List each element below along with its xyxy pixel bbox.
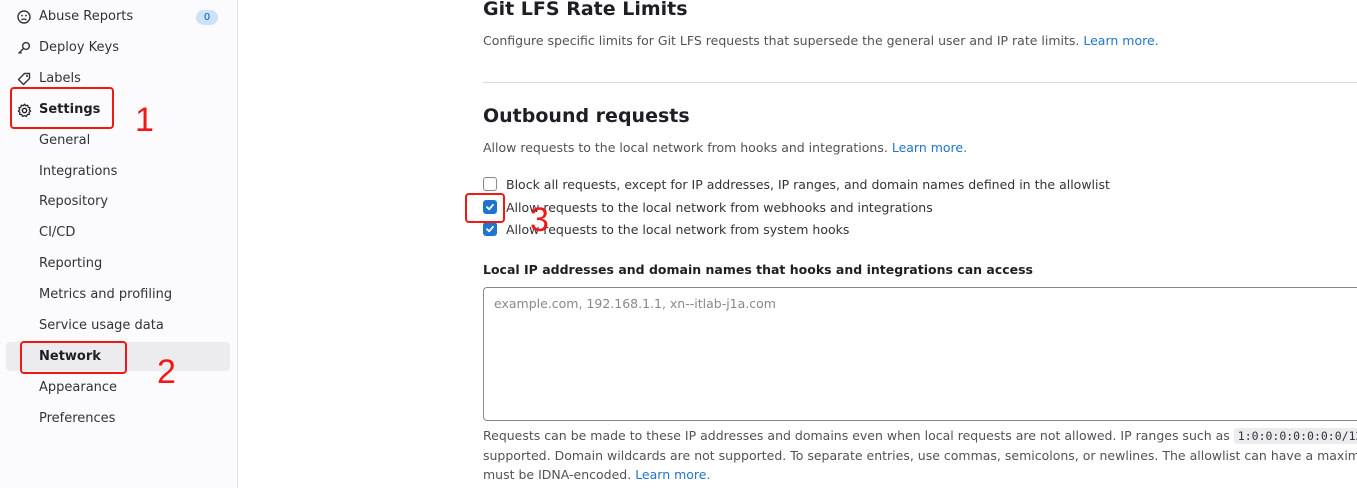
allow-system-hooks-checkbox[interactable] bbox=[483, 222, 497, 236]
count-badge: 0 bbox=[196, 10, 218, 25]
lfs-section-title: Git LFS Rate Limits bbox=[483, 0, 688, 20]
sidebar-item-label: Appearance bbox=[39, 380, 118, 395]
help-text: must be IDNA-encoded. bbox=[483, 467, 632, 482]
annotation-number-1: 1 bbox=[135, 101, 154, 139]
sidebar-subitem-ci-cd[interactable]: CI/CD bbox=[6, 218, 230, 247]
lfs-description-text: Configure specific limits for Git LFS re… bbox=[483, 33, 1080, 48]
sidebar-subitem-service-usage[interactable]: Service usage data bbox=[6, 311, 230, 340]
section-divider bbox=[483, 82, 1357, 83]
sidebar-item-label: Abuse Reports bbox=[39, 9, 134, 24]
sidebar-item-label: Service usage data bbox=[39, 318, 164, 333]
admin-sidebar: Abuse Reports 0 Deploy Keys Labels Setti… bbox=[0, 0, 238, 488]
block-all-requests-checkbox[interactable] bbox=[483, 177, 497, 191]
sidebar-subitem-reporting[interactable]: Reporting bbox=[6, 249, 230, 278]
abuse-report-icon bbox=[16, 9, 32, 25]
checkbox-label: Block all requests, except for IP addres… bbox=[506, 176, 1110, 192]
annotation-number-2: 2 bbox=[157, 353, 176, 391]
sidebar-item-deploy-keys[interactable]: Deploy Keys bbox=[6, 33, 230, 62]
allowlist-help-line-1: Requests can be made to these IP address… bbox=[483, 428, 1357, 444]
checkbox-label: Allow requests to the local network from… bbox=[506, 199, 933, 215]
outbound-description-text: Allow requests to the local network from… bbox=[483, 140, 888, 155]
sidebar-item-abuse-reports[interactable]: Abuse Reports 0 bbox=[6, 2, 230, 31]
sidebar-subitem-repository[interactable]: Repository bbox=[6, 187, 230, 216]
sidebar-subitem-integrations[interactable]: Integrations bbox=[6, 157, 230, 186]
allowlist-help-line-2: supported. Domain wildcards are not supp… bbox=[483, 448, 1357, 463]
sidebar-subitem-general[interactable]: General bbox=[6, 126, 230, 155]
key-icon bbox=[16, 40, 32, 56]
block-all-requests-option[interactable]: Block all requests, except for IP addres… bbox=[483, 175, 1110, 193]
check-icon bbox=[486, 225, 494, 233]
sidebar-item-label: Deploy Keys bbox=[39, 40, 119, 55]
sidebar-item-label: Labels bbox=[39, 71, 81, 86]
sidebar-item-label: Preferences bbox=[39, 411, 116, 426]
label-icon bbox=[16, 71, 32, 87]
outbound-section-title: Outbound requests bbox=[483, 105, 690, 127]
sidebar-item-label: Reporting bbox=[39, 256, 103, 271]
outbound-section-description: Allow requests to the local network from… bbox=[483, 140, 967, 155]
sidebar-subitem-appearance[interactable]: Appearance bbox=[6, 373, 230, 402]
sidebar-subitem-metrics[interactable]: Metrics and profiling bbox=[6, 280, 230, 309]
allowlist-help-line-3: must be IDNA-encoded. Learn more. bbox=[483, 467, 710, 482]
lfs-section-description: Configure specific limits for Git LFS re… bbox=[483, 33, 1159, 48]
sidebar-item-label: General bbox=[39, 133, 91, 148]
allowlist-learn-more-link[interactable]: Learn more. bbox=[635, 467, 710, 482]
annotation-number-3: 3 bbox=[530, 201, 549, 239]
sidebar-item-label: Metrics and profiling bbox=[39, 287, 173, 302]
allow-webhooks-option[interactable]: Allow requests to the local network from… bbox=[483, 198, 933, 216]
lfs-learn-more-link[interactable]: Learn more. bbox=[1083, 33, 1158, 48]
sidebar-item-label: Integrations bbox=[39, 164, 118, 179]
checkbox-label: Allow requests to the local network from… bbox=[506, 221, 850, 237]
annotation-box-checkbox bbox=[465, 193, 505, 223]
allowlist-textarea[interactable]: example.com, 192.168.1.1, xn--itlab-j1a.… bbox=[483, 287, 1357, 421]
outbound-learn-more-link[interactable]: Learn more. bbox=[892, 140, 967, 155]
ip-range-example-code: 1:0:0:0:0:0:0:0/124 bbox=[1233, 428, 1357, 444]
sidebar-item-label: Repository bbox=[39, 194, 109, 209]
annotation-box-network bbox=[20, 341, 127, 374]
sidebar-subitem-preferences[interactable]: Preferences bbox=[6, 404, 230, 433]
sidebar-item-label: CI/CD bbox=[39, 225, 76, 240]
annotation-box-settings bbox=[10, 87, 114, 129]
allowlist-label: Local IP addresses and domain names that… bbox=[483, 262, 1033, 277]
help-text: Requests can be made to these IP address… bbox=[483, 428, 1230, 443]
